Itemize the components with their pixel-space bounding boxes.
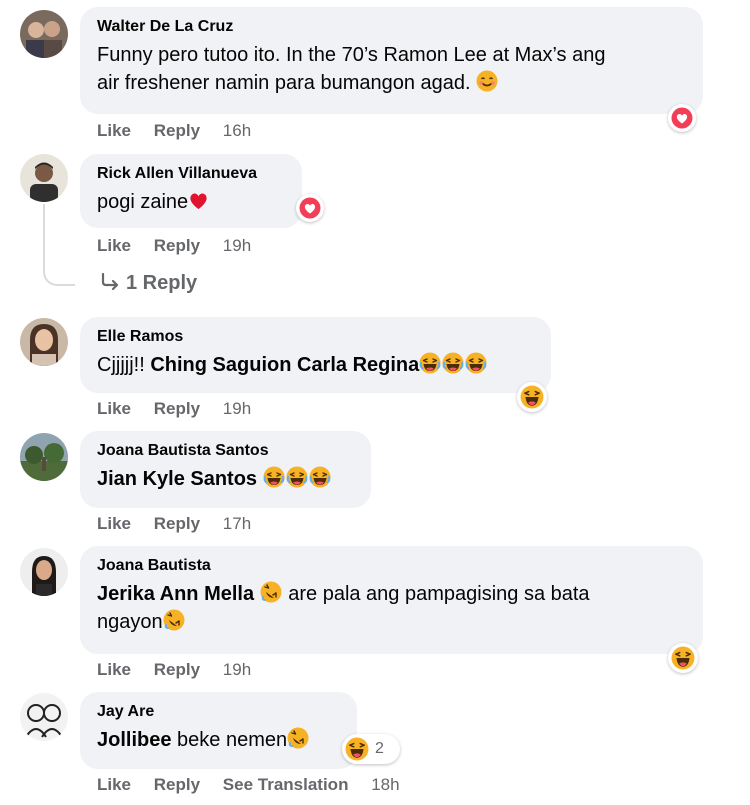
comment-text: Jerika Ann Mella are pala ang pampagisin… xyxy=(97,581,590,633)
avatar[interactable] xyxy=(20,548,68,596)
heart-reaction-icon[interactable] xyxy=(668,104,696,132)
comment-text: Funny pero tutoo ito. In the 70’s Ramon … xyxy=(97,44,606,94)
timestamp[interactable]: 19h xyxy=(223,399,251,418)
comment-bubble: Walter De La Cruz Funny pero tutoo ito. … xyxy=(80,7,703,114)
timestamp[interactable]: 18h xyxy=(371,775,399,794)
smile-emoji-icon xyxy=(476,70,498,92)
comment-bubble: Jay Are Jollibee beke nemen xyxy=(80,692,357,769)
comment-actions: Like Reply 19h xyxy=(97,236,269,256)
tagged-user[interactable]: Jollibee xyxy=(97,729,171,751)
comment-actions: Like Reply 17h xyxy=(97,514,269,534)
timestamp[interactable]: 19h xyxy=(223,236,251,255)
like-button[interactable]: Like xyxy=(97,514,131,533)
like-button[interactable]: Like xyxy=(97,121,131,140)
timestamp[interactable]: 17h xyxy=(223,514,251,533)
avatar[interactable] xyxy=(20,154,68,202)
view-replies-link[interactable]: 1 Reply xyxy=(100,272,197,295)
laughing-emoji-icon xyxy=(262,466,285,488)
comment-actions: Like Reply 19h xyxy=(97,399,269,419)
commenter-name[interactable]: Rick Allen Villanueva xyxy=(97,164,286,184)
see-translation-link[interactable]: See Translation xyxy=(223,775,349,794)
avatar[interactable] xyxy=(20,10,68,58)
comment-bubble: Joana Bautista Santos Jian Kyle Santos xyxy=(80,431,371,508)
commenter-name[interactable]: Walter De La Cruz xyxy=(97,17,687,37)
reply-button[interactable]: Reply xyxy=(154,660,200,679)
timestamp[interactable]: 19h xyxy=(223,660,251,679)
comment-text: Jian Kyle Santos xyxy=(97,465,355,493)
commenter-name[interactable]: Joana Bautista Santos xyxy=(97,441,355,461)
reply-button[interactable]: Reply xyxy=(154,399,200,418)
comment-bubble: Rick Allen Villanueva pogi zaine xyxy=(80,154,302,228)
comment-bubble: Joana Bautista Jerika Ann Mella are pala… xyxy=(80,546,703,654)
like-button[interactable]: Like xyxy=(97,660,131,679)
haha-reaction-icon[interactable] xyxy=(668,643,698,673)
commenter-name[interactable]: Jay Are xyxy=(97,702,341,722)
replies-count: 1 Reply xyxy=(126,272,198,294)
commenter-name[interactable]: Joana Bautista xyxy=(97,556,687,576)
reply-arrow-icon xyxy=(101,272,119,291)
comment-text: Jollibee beke nemen xyxy=(97,726,341,754)
tagged-user[interactable]: Jerika Ann Mella xyxy=(97,583,254,605)
rolling-laughing-emoji-icon xyxy=(259,581,282,603)
laughing-emoji-icon xyxy=(442,352,465,374)
haha-reaction-icon xyxy=(345,737,369,761)
comment-bubble: Elle Ramos Cjjjjj!! Ching Saguion Carla … xyxy=(80,317,551,393)
reaction-summary[interactable]: 2 xyxy=(342,734,400,764)
rolling-laughing-emoji-icon xyxy=(162,609,185,631)
thread-line xyxy=(43,204,75,286)
laughing-emoji-icon xyxy=(308,466,331,488)
comment-actions: Like Reply See Translation 18h xyxy=(97,775,418,795)
commenter-name[interactable]: Elle Ramos xyxy=(97,327,535,347)
reply-button[interactable]: Reply xyxy=(154,121,200,140)
tagged-user[interactable]: Ching Saguion Carla Regina xyxy=(150,354,419,376)
laughing-emoji-icon xyxy=(285,466,308,488)
haha-reaction-icon[interactable] xyxy=(517,382,547,412)
reply-button[interactable]: Reply xyxy=(154,514,200,533)
reply-button[interactable]: Reply xyxy=(154,236,200,255)
reaction-count: 2 xyxy=(375,740,384,757)
comment-text: pogi zaine xyxy=(97,188,286,216)
rolling-laughing-emoji-icon xyxy=(287,727,310,749)
avatar[interactable] xyxy=(20,693,68,741)
red-heart-emoji-icon xyxy=(190,193,207,210)
comment-actions: Like Reply 16h xyxy=(97,121,269,141)
avatar[interactable] xyxy=(20,318,68,366)
comment-actions: Like Reply 19h xyxy=(97,660,269,680)
reply-button[interactable]: Reply xyxy=(154,775,200,794)
laughing-emoji-icon xyxy=(465,352,488,374)
comment-text: Cjjjjj!! Ching Saguion Carla Regina xyxy=(97,351,535,379)
heart-reaction-icon[interactable] xyxy=(296,194,324,222)
laughing-emoji-icon xyxy=(419,352,442,374)
like-button[interactable]: Like xyxy=(97,236,131,255)
like-button[interactable]: Like xyxy=(97,775,131,794)
tagged-user[interactable]: Jian Kyle Santos xyxy=(97,468,257,490)
avatar[interactable] xyxy=(20,433,68,481)
like-button[interactable]: Like xyxy=(97,399,131,418)
timestamp[interactable]: 16h xyxy=(223,121,251,140)
